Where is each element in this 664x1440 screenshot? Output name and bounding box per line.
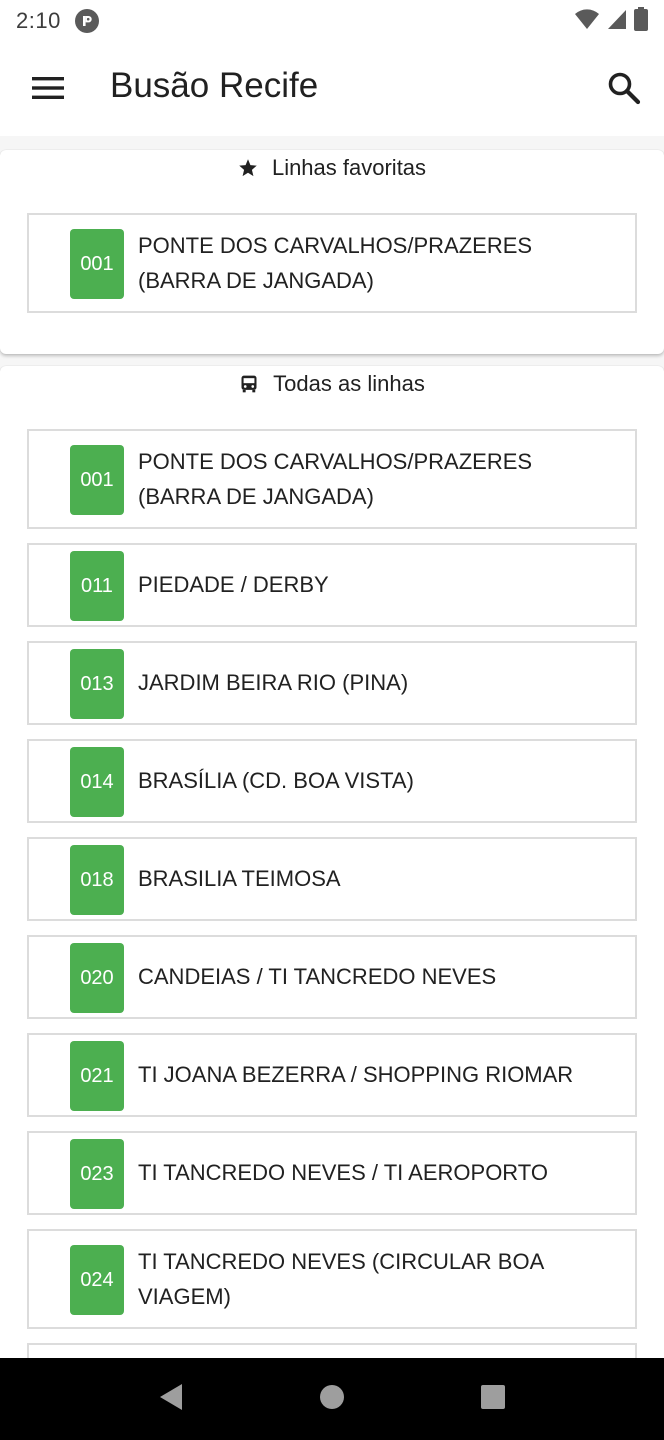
line-item-partial[interactable]: [27, 1343, 637, 1358]
signal-icon: [606, 8, 628, 35]
line-item[interactable]: 014 BRASÍLIA (CD. BOA VISTA): [27, 739, 637, 823]
line-name: PIEDADE / DERBY: [138, 572, 329, 597]
line-item[interactable]: 011 PIEDADE / DERBY: [27, 543, 637, 627]
line-item[interactable]: 018 BRASILIA TEIMOSA: [27, 837, 637, 921]
status-right: [574, 6, 648, 36]
status-left: 2:10: [16, 8, 99, 34]
app-bar: Busão Recife: [0, 42, 664, 136]
menu-icon: [31, 75, 65, 106]
line-item[interactable]: 020 CANDEIAS / TI TANCREDO NEVES: [27, 935, 637, 1019]
home-icon: [318, 1383, 346, 1416]
line-code-badge: 001: [70, 445, 124, 515]
line-item[interactable]: 023 TI TANCREDO NEVES / TI AEROPORTO: [27, 1131, 637, 1215]
search-button[interactable]: [598, 64, 650, 116]
line-code-badge: 020: [70, 943, 124, 1013]
line-item[interactable]: 021 TI JOANA BEZERRA / SHOPPING RIOMAR: [27, 1033, 637, 1117]
line-name: PONTE DOS CARVALHOS/PRAZERES (BARRA DE J…: [138, 449, 533, 509]
line-item[interactable]: 001 PONTE DOS CARVALHOS/PRAZERES (BARRA …: [27, 429, 637, 529]
line-item[interactable]: 024 TI TANCREDO NEVES (CIRCULAR BOA VIAG…: [27, 1229, 637, 1329]
bus-icon: [239, 374, 259, 394]
line-code-badge: 001: [70, 229, 124, 299]
line-name: TI JOANA BEZERRA / SHOPPING RIOMAR: [138, 1062, 574, 1087]
star-icon: [238, 158, 258, 178]
status-bar: 2:10: [0, 0, 664, 42]
line-code-badge: 023: [70, 1139, 124, 1209]
line-code-badge: 011: [70, 551, 124, 621]
all-lines-header: Todas as linhas: [0, 366, 664, 402]
favorite-line-item[interactable]: 001 PONTE DOS CARVALHOS/PRAZERES (BARRA …: [27, 213, 637, 313]
battery-icon: [634, 6, 648, 36]
line-name: CANDEIAS / TI TANCREDO NEVES: [138, 964, 497, 989]
back-icon: [157, 1382, 185, 1417]
favorites-header: Linhas favoritas: [0, 150, 664, 186]
all-lines-card: Todas as linhas 001 PONTE DOS CARVALHOS/…: [0, 366, 664, 1358]
back-button[interactable]: [141, 1369, 201, 1429]
line-code-badge: 018: [70, 845, 124, 915]
search-icon: [607, 71, 641, 110]
nav-bar: [0, 1358, 664, 1440]
line-code-badge: 021: [70, 1041, 124, 1111]
line-name: PONTE DOS CARVALHOS/PRAZERES (BARRA DE J…: [138, 233, 533, 293]
line-name: JARDIM BEIRA RIO (PINA): [138, 670, 409, 695]
all-lines-header-label: Todas as linhas: [273, 371, 425, 396]
menu-button[interactable]: [22, 64, 74, 116]
line-code-badge: 014: [70, 747, 124, 817]
p-app-icon: [74, 9, 99, 33]
app-title: Busão Recife: [110, 66, 319, 105]
favorites-header-label: Linhas favoritas: [271, 155, 427, 180]
line-name: BRASÍLIA (CD. BOA VISTA): [138, 768, 414, 793]
status-time: 2:10: [16, 8, 61, 33]
line-item[interactable]: 013 JARDIM BEIRA RIO (PINA): [27, 641, 637, 725]
home-button[interactable]: [302, 1369, 362, 1429]
line-name: TI TANCREDO NEVES (CIRCULAR BOA VIAGEM): [138, 1249, 544, 1309]
line-code-badge: 013: [70, 649, 124, 719]
wifi-icon: [574, 8, 600, 35]
recents-icon: [479, 1383, 507, 1416]
line-name: BRASILIA TEIMOSA: [138, 866, 341, 891]
line-code-badge: 024: [70, 1245, 124, 1315]
favorites-card: Linhas favoritas 001 PONTE DOS CARVALHOS…: [0, 150, 664, 354]
content-area: Linhas favoritas 001 PONTE DOS CARVALHOS…: [0, 136, 664, 1358]
line-name: TI TANCREDO NEVES / TI AEROPORTO: [138, 1160, 548, 1185]
recents-button[interactable]: [463, 1369, 523, 1429]
